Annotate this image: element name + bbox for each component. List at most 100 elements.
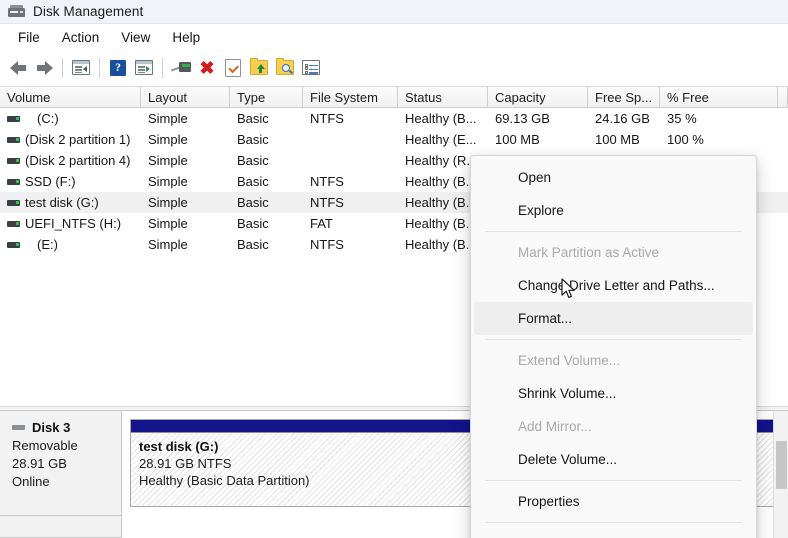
table-row[interactable]: (Disk 2 partition 1) Simple Basic Healthy (… [0,129,788,150]
menu-item-extend-volume: Extend Volume... [518,353,621,368]
column-header-capacity[interactable]: Capacity [488,87,588,108]
find-button[interactable] [272,55,298,81]
cell-volume: (Disk 2 partition 1) [7,129,140,150]
column-header-free[interactable]: % Free [660,87,778,108]
cell-type: Basic [237,111,269,126]
volume-label: UEFI_NTFS (H:) [25,216,122,231]
cell-capacity: 100 MB [495,132,540,147]
back-button[interactable] [5,55,31,81]
menu-item-delete-volume[interactable]: Delete Volume... [474,443,753,476]
cell-file-system [310,129,397,150]
menu-item-help[interactable]: Help [474,527,753,538]
toolbar-separator-3 [162,57,163,78]
menu-item-format[interactable]: Format... [474,302,753,335]
cell-layout: Simple [148,195,188,210]
volume-label: SSD (F:) [25,174,76,189]
cell-volume: (C:) [7,108,140,129]
disk-name: Disk 3 [32,420,71,435]
volume-label: (C:) [37,111,59,126]
console-tree-icon [72,60,90,75]
cell-file-system: NTFS [310,237,344,252]
volume-icon [7,115,20,122]
menu-view[interactable]: View [111,27,160,48]
menu-item-change-drive-letter-and-paths[interactable]: Change Drive Letter and Paths... [474,269,753,302]
menu-item-explore[interactable]: Explore [474,194,753,227]
cell-free-space: 100 MB [595,132,640,147]
cell-layout: Simple [148,153,188,168]
delete-button[interactable]: ✖ [194,55,220,81]
folder-magnifier-icon [276,58,294,75]
rescan-disks-button[interactable] [168,55,194,81]
column-header-free-sp[interactable]: Free Sp... [588,87,660,108]
column-header-file-system[interactable]: File System [303,87,398,108]
cell-file-system: FAT [310,216,333,231]
cell-volume: (E:) [7,234,140,255]
menu-file[interactable]: File [8,27,50,48]
disk-pane-scrollbar[interactable] [773,411,788,538]
help-button[interactable]: ? [105,55,131,81]
menu-separator [485,522,742,523]
cell-file-system: NTFS [310,111,344,126]
cell-layout: Simple [148,237,188,252]
volume-icon [7,178,20,185]
folder-up-arrow-icon [250,58,268,75]
menu-item-properties[interactable]: Properties [474,485,753,518]
menu-action[interactable]: Action [52,27,110,48]
column-header-volume[interactable]: Volume [0,87,141,108]
table-row[interactable]: (C:) Simple Basic NTFS Healthy (B... 69.13 GB… [0,108,788,129]
cell-file-system: NTFS [310,195,344,210]
volume-icon [7,136,20,143]
cell-volume: test disk (G:) [7,192,140,213]
cell-type: Basic [237,132,269,147]
cell-file-system: NTFS [310,174,344,189]
volume-label: (E:) [37,237,58,252]
menu-separator [485,480,742,481]
arrow-right-icon [36,60,53,75]
scrollbar-thumb[interactable] [776,441,787,489]
drive-plug-icon [170,61,191,74]
properties-button[interactable] [220,55,246,81]
disk-state: Online [12,474,50,489]
cell-capacity: 69.13 GB [495,111,550,126]
menu-bar: File Action View Help [0,24,788,50]
volume-icon [7,157,20,164]
menu-item-open[interactable]: Open [474,161,753,194]
toolbar-separator-2 [99,57,100,78]
disk-info-panel[interactable]: Disk 3 Removable 28.91 GB Online [0,411,122,516]
checklist-icon [225,58,241,77]
show-hide-console-tree-button[interactable] [68,55,94,81]
cell-volume: UEFI_NTFS (H:) [7,213,140,234]
disk-info-panel-next[interactable] [0,516,122,538]
cell-type: Basic [237,216,269,231]
cell-volume: (Disk 2 partition 4) [7,150,140,171]
volume-list-header: Volume Layout Type File System Status Capacit… [0,86,788,108]
column-header-status[interactable]: Status [398,87,488,108]
menu-separator [485,339,742,340]
cell-type: Basic [237,195,269,210]
volume-icon [7,199,20,206]
forward-button[interactable] [31,55,57,81]
volume-label: (Disk 2 partition 1) [25,132,131,147]
import-button[interactable] [246,55,272,81]
volume-context-menu[interactable]: Open Explore Mark Partition as Active Chang… [470,155,757,538]
show-list-button[interactable] [298,55,324,81]
title-bar: Disk Management [0,0,788,24]
arrow-left-icon [9,60,27,75]
help-question-icon: ? [110,59,126,76]
disk-management-window: Disk Management File Action View Help ? [0,0,788,538]
cell-type: Basic [237,174,269,189]
cell-percent-free: 35 % [667,111,697,126]
volume-icon [7,220,20,227]
column-header-type[interactable]: Type [230,87,303,108]
volume-label: test disk (G:) [25,195,99,210]
cell-free-space: 24.16 GB [595,111,650,126]
toolbar-separator-1 [62,57,63,78]
menu-item-shrink-volume[interactable]: Shrink Volume... [474,377,753,410]
show-action-pane-button[interactable] [131,55,157,81]
action-pane-icon [135,60,153,75]
column-header-blank[interactable] [778,87,788,108]
cell-status: Healthy (B... [405,111,477,126]
toolbar: ? ✖ [0,50,788,85]
menu-help[interactable]: Help [162,27,210,48]
column-header-layout[interactable]: Layout [141,87,230,108]
